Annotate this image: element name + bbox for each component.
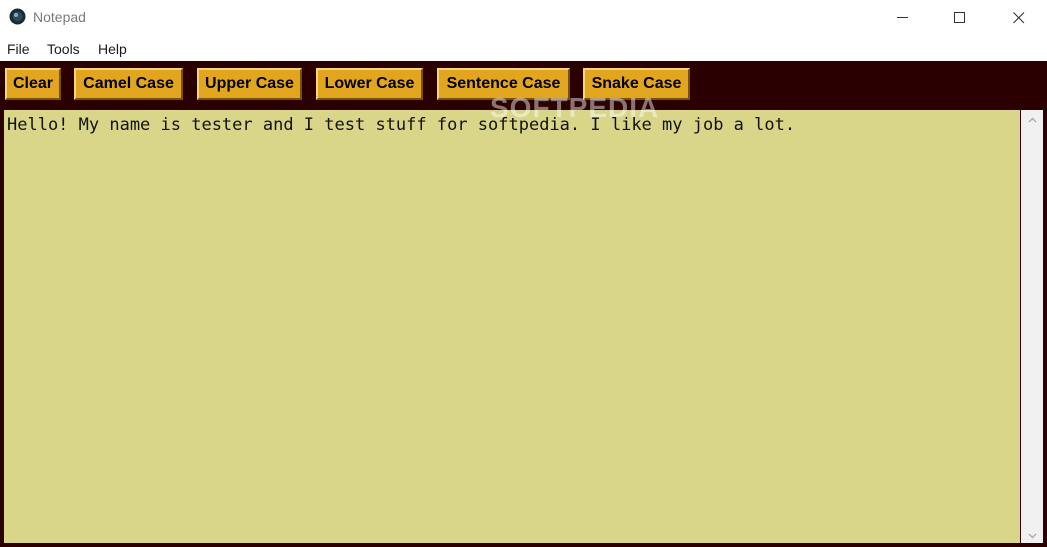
upper-case-button[interactable]: Upper Case [197, 68, 302, 100]
snake-case-button[interactable]: Snake Case [583, 68, 690, 100]
camel-case-button[interactable]: Camel Case [74, 68, 183, 100]
sentence-case-button[interactable]: Sentence Case [437, 68, 570, 100]
menu-bar: File Tools Help [0, 36, 1047, 61]
vertical-scrollbar[interactable] [1021, 110, 1043, 543]
lower-case-button[interactable]: Lower Case [316, 68, 423, 100]
scroll-down-button[interactable] [1021, 526, 1043, 543]
app-logo-icon [9, 8, 26, 25]
close-icon [1013, 12, 1025, 24]
scroll-track[interactable] [1023, 127, 1041, 526]
editor-container: Hello! My name is tester and I test stuf… [0, 108, 1047, 547]
title-bar: Notepad [0, 0, 1047, 36]
toolbar: Clear Camel Case Upper Case Lower Case S… [0, 61, 1047, 108]
window-title: Notepad [33, 9, 86, 25]
chevron-up-icon [1028, 110, 1037, 128]
maximize-icon [954, 12, 966, 24]
minimize-button[interactable] [880, 0, 926, 36]
chevron-down-icon [1028, 526, 1037, 544]
clear-button[interactable]: Clear [5, 68, 61, 100]
close-button[interactable] [996, 0, 1042, 36]
minimize-icon [897, 17, 909, 19]
maximize-button[interactable] [937, 0, 983, 36]
text-editor[interactable]: Hello! My name is tester and I test stuf… [4, 110, 1020, 543]
menu-file[interactable]: File [7, 41, 30, 57]
menu-help[interactable]: Help [98, 41, 127, 57]
menu-tools[interactable]: Tools [47, 41, 80, 57]
scroll-up-button[interactable] [1021, 110, 1043, 127]
